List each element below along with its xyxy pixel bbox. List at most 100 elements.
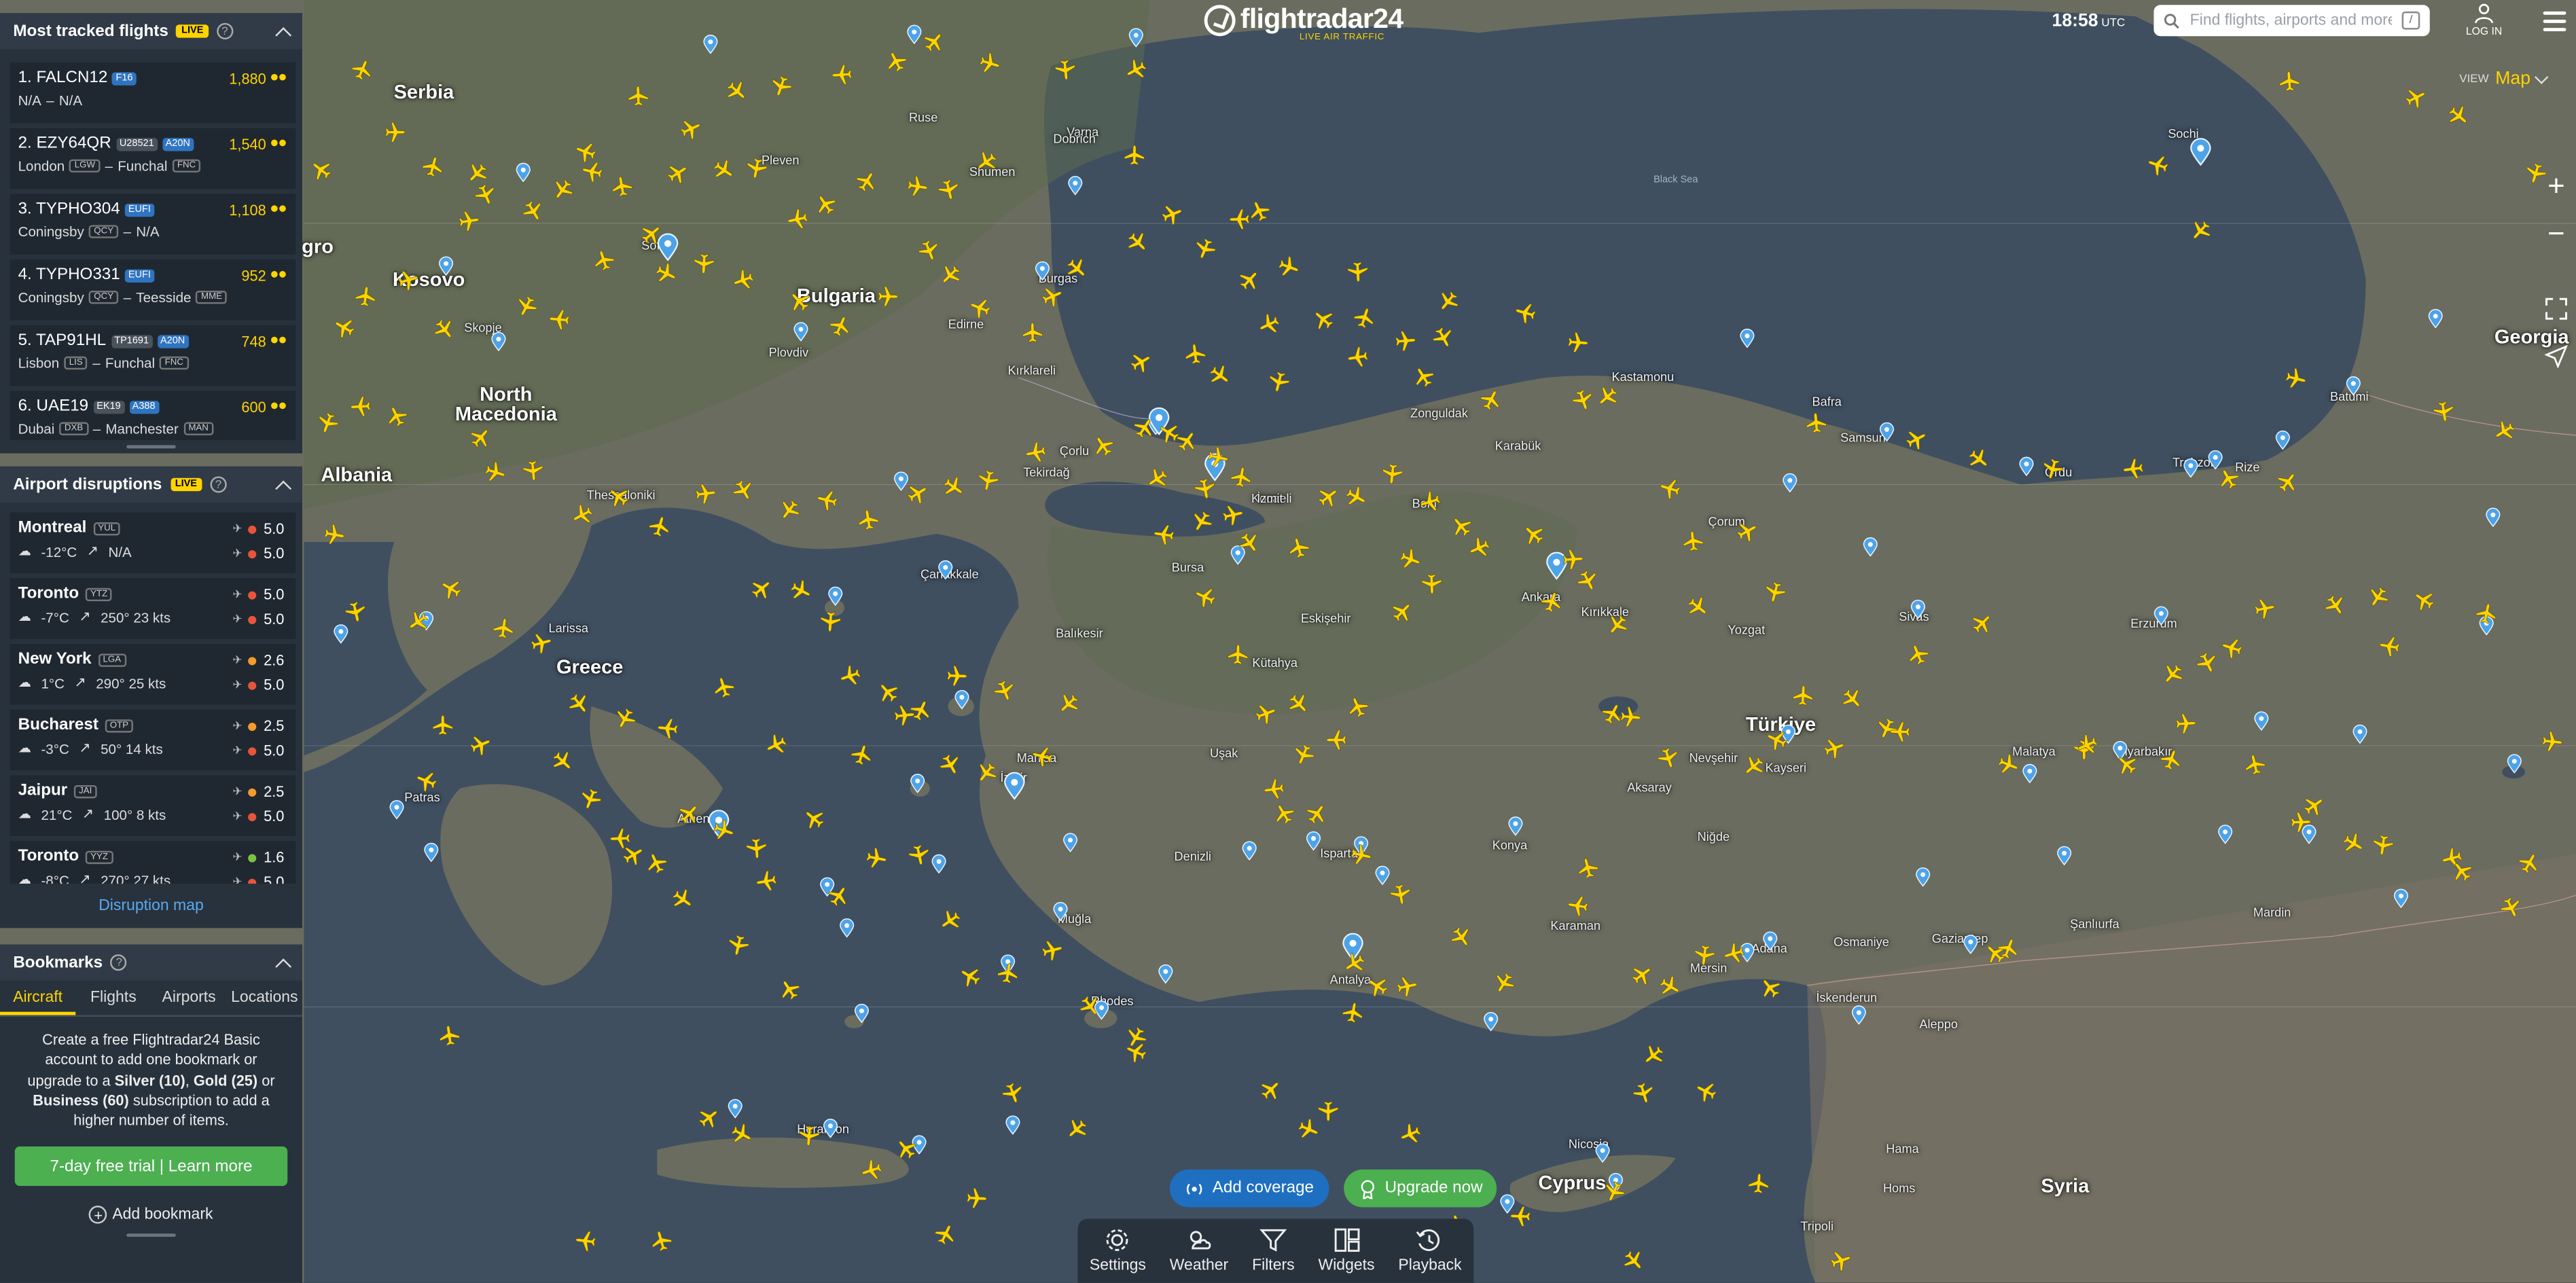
- aircraft-icon[interactable]: [1318, 1100, 1339, 1121]
- add-bookmark-button[interactable]: + Add bookmark: [0, 1206, 302, 1225]
- chevron-up-icon[interactable]: [275, 958, 292, 974]
- airport-pin-icon[interactable]: [954, 689, 969, 710]
- aircraft-icon[interactable]: [1262, 777, 1287, 801]
- airport-pin-icon[interactable]: [1963, 935, 1978, 954]
- aircraft-icon[interactable]: [1022, 322, 1043, 344]
- settings-button[interactable]: Settings: [1090, 1227, 1146, 1275]
- airport-pin-icon[interactable]: [1484, 1011, 1499, 1032]
- aircraft-icon[interactable]: [2175, 712, 2197, 735]
- airport-pin-icon[interactable]: [2486, 507, 2501, 528]
- aircraft-icon[interactable]: [1229, 209, 1251, 230]
- resize-handle[interactable]: [126, 445, 176, 449]
- aircraft-icon[interactable]: [437, 1024, 462, 1048]
- airport-pin-icon[interactable]: [938, 560, 953, 580]
- aircraft-icon[interactable]: [1124, 145, 1145, 166]
- aircraft-icon[interactable]: [2252, 596, 2277, 621]
- aircraft-icon[interactable]: [627, 85, 649, 107]
- airport-pin-icon[interactable]: [1910, 599, 1926, 619]
- airport-pin-icon[interactable]: [516, 162, 531, 183]
- airport-pin-icon[interactable]: [854, 1003, 870, 1024]
- airport-pin-icon[interactable]: [2208, 450, 2223, 470]
- aircraft-icon[interactable]: [1619, 706, 1642, 729]
- airport-pin-icon[interactable]: [828, 586, 843, 607]
- help-icon[interactable]: ?: [210, 476, 227, 493]
- aircraft-icon[interactable]: [354, 285, 378, 308]
- airport-pin-icon[interactable]: [2353, 724, 2367, 744]
- playback-button[interactable]: Playback: [1398, 1227, 1462, 1275]
- aircraft-icon[interactable]: [1804, 412, 1827, 435]
- aircraft-icon[interactable]: [744, 156, 769, 181]
- aircraft-icon[interactable]: [457, 209, 482, 234]
- disruption-card[interactable]: New York LGA ☁ 1°C ↗ 290° 25 kts ✈ 2.6 ✈ 5.0: [10, 644, 296, 705]
- tracked-flight-card[interactable]: 6. UAE19 EK19 A388 600 Dubai DXB – Manchester…: [10, 391, 296, 441]
- airport-pin-icon[interactable]: [1375, 865, 1390, 886]
- aircraft-icon[interactable]: [906, 842, 931, 867]
- aircraft-icon[interactable]: [322, 522, 346, 547]
- aircraft-icon[interactable]: [1229, 465, 1253, 489]
- search-box[interactable]: Find flights, airports and more /: [2153, 5, 2430, 37]
- airport-pin-icon[interactable]: [1035, 261, 1050, 281]
- aircraft-icon[interactable]: [1693, 943, 1717, 967]
- tab-airports[interactable]: Airports: [151, 981, 226, 1015]
- help-icon[interactable]: ?: [111, 954, 128, 971]
- aircraft-icon[interactable]: [2377, 634, 2401, 658]
- aircraft-icon[interactable]: [1054, 58, 1077, 82]
- aircraft-icon[interactable]: [864, 846, 889, 871]
- airport-pin-icon[interactable]: [1763, 931, 1778, 951]
- airport-pin-icon[interactable]: [334, 624, 348, 644]
- airport-pin-icon[interactable]: [1063, 833, 1078, 852]
- airport-pin-icon[interactable]: [2019, 456, 2034, 477]
- airport-pin-icon[interactable]: [2507, 754, 2522, 774]
- aircraft-icon[interactable]: [1192, 476, 1217, 501]
- aircraft-icon[interactable]: [2431, 399, 2456, 424]
- aircraft-icon[interactable]: [1420, 573, 1443, 595]
- aircraft-icon[interactable]: [1346, 345, 1370, 369]
- aircraft-icon[interactable]: [754, 869, 779, 893]
- aircraft-icon[interactable]: [2474, 601, 2499, 626]
- aircraft-icon[interactable]: [2278, 70, 2301, 93]
- resize-handle[interactable]: [126, 1234, 176, 1238]
- airport-pin-icon[interactable]: [931, 854, 946, 874]
- airport-pin-icon[interactable]: [491, 331, 506, 352]
- aircraft-icon[interactable]: [819, 611, 842, 634]
- aircraft-icon[interactable]: [1326, 729, 1347, 751]
- aircraft-icon[interactable]: [574, 1229, 598, 1253]
- airport-pin-icon[interactable]: [2275, 430, 2290, 450]
- add-coverage-button[interactable]: Add coverage: [1169, 1169, 1329, 1208]
- aircraft-icon[interactable]: [548, 308, 571, 331]
- aircraft-icon[interactable]: [1509, 1206, 1532, 1228]
- weather-button[interactable]: Weather: [1170, 1227, 1228, 1275]
- aircraft-icon[interactable]: [798, 1124, 821, 1147]
- disruption-card[interactable]: Jaipur JAI ☁ 21°C ↗ 100° 8 kts ✈ 2.5 ✈ 5.0: [10, 775, 296, 836]
- disruptions-header[interactable]: Airport disruptions LIVE ?: [0, 466, 302, 503]
- aircraft-icon[interactable]: [1340, 1000, 1365, 1025]
- filters-button[interactable]: Filters: [1252, 1227, 1295, 1275]
- airport-pin-icon[interactable]: [1053, 901, 1068, 922]
- aircraft-icon[interactable]: [1566, 894, 1590, 918]
- airport-pin-icon[interactable]: [1242, 841, 1257, 861]
- tab-flights[interactable]: Flights: [75, 981, 151, 1015]
- chevron-up-icon[interactable]: [275, 480, 292, 496]
- aircraft-icon[interactable]: [831, 63, 854, 86]
- airport-pin-icon[interactable]: [1916, 867, 1931, 887]
- airport-pin-icon[interactable]: [728, 1099, 743, 1119]
- airport-pin-icon[interactable]: [1595, 1143, 1610, 1163]
- aircraft-icon[interactable]: [656, 717, 680, 740]
- aircraft-icon[interactable]: [693, 253, 715, 275]
- chevron-up-icon[interactable]: [275, 26, 292, 43]
- disruption-card[interactable]: Toronto YTZ ☁ -7°C ↗ 250° 23 kts ✈ 5.0 ✈ 5.0: [10, 578, 296, 639]
- disruption-map-link[interactable]: Disruption map: [0, 897, 302, 915]
- aircraft-icon[interactable]: [1206, 445, 1231, 470]
- airport-pin-icon[interactable]: [2254, 711, 2269, 731]
- aircraft-icon[interactable]: [1889, 721, 1911, 742]
- airport-pin-icon[interactable]: [2057, 846, 2072, 866]
- major-airport-pin-icon[interactable]: [2190, 138, 2211, 166]
- airport-pin-icon[interactable]: [439, 256, 454, 276]
- airport-pin-icon[interactable]: [2393, 888, 2409, 909]
- airport-pin-icon[interactable]: [1068, 176, 1083, 196]
- search-input[interactable]: Find flights, airports and more: [2190, 12, 2392, 30]
- disruption-card[interactable]: Montreal YUL ☁ -12°C ↗ N/A ✈ 5.0 ✈ 5.0: [10, 512, 296, 574]
- aircraft-icon[interactable]: [1747, 1172, 1770, 1195]
- tracked-flight-card[interactable]: 2. EZY64QR U28521 A20N 1,540 London LGW – Fun…: [10, 128, 296, 189]
- fr24-logo[interactable]: flightradar24 LIVE AIR TRAFFIC: [1204, 3, 1403, 43]
